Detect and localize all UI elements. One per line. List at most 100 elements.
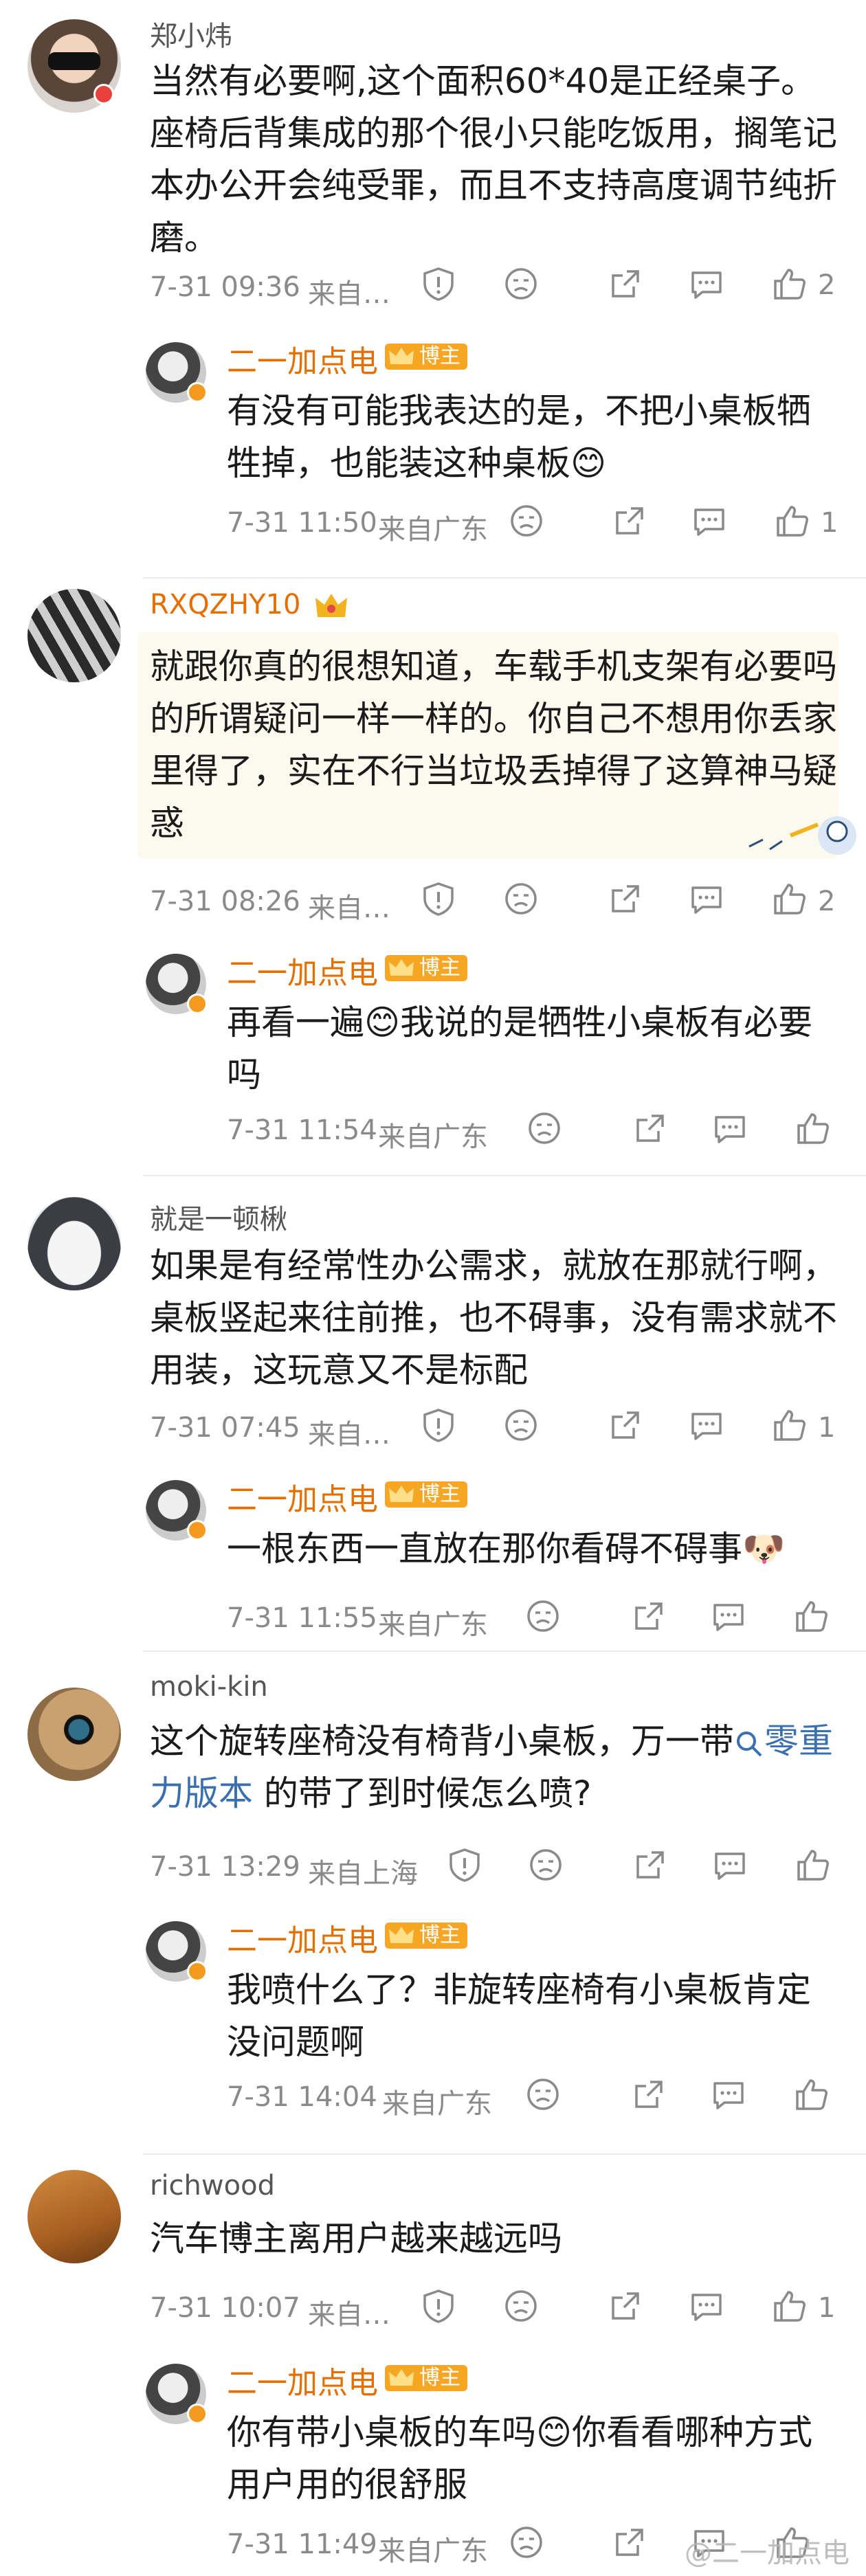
reply-text: 你有带小桌板的车吗😊你看看哪种方式用户用的很舒服: [227, 2412, 813, 2505]
reply-user-name[interactable]: 二一加点电: [227, 1916, 378, 1960]
like-count: 1: [818, 2292, 836, 2324]
comment-text: 当然有必要啊,这个面积60*40是正经桌子。座椅后背集成的那个很小只能吃饭用，搁…: [150, 61, 837, 258]
comment-icon[interactable]: [687, 1406, 726, 1444]
vip-crown-icon: [313, 590, 349, 623]
report-icon[interactable]: [419, 265, 458, 303]
user-name[interactable]: RXQZHY10: [150, 589, 301, 620]
comment-icon[interactable]: [711, 1846, 749, 1884]
report-icon[interactable]: [419, 1406, 458, 1444]
verified-badge-icon: [187, 1520, 208, 1541]
dislike-face-icon[interactable]: [502, 1406, 540, 1444]
share-icon[interactable]: [610, 502, 649, 540]
crown-icon: [389, 959, 414, 976]
comment-location: 来自上海: [308, 1858, 418, 1890]
reply-date: 7-31 11:55: [227, 1602, 377, 1634]
reply-location: 来自广东: [382, 2088, 492, 2120]
comment-date: 7-31 10:07: [150, 2292, 300, 2324]
crown-icon: [389, 1927, 414, 1943]
avatar[interactable]: [27, 2170, 121, 2263]
user-name[interactable]: richwood: [150, 2170, 275, 2202]
verified-badge-icon: [187, 994, 208, 1014]
reply-user-name[interactable]: 二一加点电: [227, 337, 378, 381]
reply-location: 来自广东: [378, 514, 488, 546]
share-icon[interactable]: [630, 1597, 668, 1635]
verified-badge-icon: [187, 382, 208, 403]
comment-icon[interactable]: [690, 502, 729, 540]
comment-icon[interactable]: [687, 2287, 726, 2325]
like-count: 1: [818, 1412, 836, 1444]
user-name[interactable]: moki-kin: [150, 1671, 268, 1703]
verified-badge-icon: [187, 2404, 208, 2424]
reply-user-name[interactable]: 二一加点电: [227, 1475, 378, 1519]
user-name[interactable]: 就是一顿楸: [150, 1197, 287, 1237]
reply-user-name[interactable]: 二一加点电: [227, 948, 378, 992]
dislike-face-icon[interactable]: [507, 502, 546, 540]
like-count: 2: [818, 886, 836, 917]
share-icon[interactable]: [606, 880, 645, 918]
crown-icon: [389, 1486, 414, 1502]
like-icon[interactable]: [792, 2075, 830, 2114]
watermark: @二一加点电: [685, 2538, 850, 2569]
comment-thread: moki-kin 这个旋转座椅没有椅背小桌板，万一带 零重力版本 的带了到时候怎么…: [0, 1652, 866, 2160]
like-icon[interactable]: [792, 1597, 830, 1635]
search-icon: [737, 1731, 762, 1756]
reply-date: 7-31 14:04: [227, 2081, 377, 2113]
dislike-face-icon[interactable]: [525, 1109, 564, 1147]
reply-location: 来自广东: [378, 1609, 488, 1641]
like-icon[interactable]: [773, 502, 811, 540]
dislike-face-icon[interactable]: [502, 265, 540, 303]
dislike-face-icon[interactable]: [507, 2523, 546, 2562]
comment-icon[interactable]: [709, 1597, 748, 1635]
comment-date: 7-31 09:36: [150, 271, 300, 303]
like-icon[interactable]: [770, 265, 808, 303]
blogger-badge: 博主: [385, 344, 467, 370]
like-count: 1: [821, 507, 839, 539]
comment-icon[interactable]: [687, 265, 726, 303]
blogger-badge: 博主: [385, 1481, 467, 1508]
verified-badge-icon: [93, 84, 114, 104]
report-icon[interactable]: [419, 880, 458, 918]
dislike-face-icon[interactable]: [502, 880, 540, 918]
comment-text: 如果是有经常性办公需求，就放在那就行啊，桌板竖起来往前推，也不碍事，没有需求就不…: [150, 1246, 837, 1390]
avatar[interactable]: [27, 1197, 121, 1290]
reply-date: 7-31 11:54: [227, 1115, 377, 1146]
comment-location: 来自…: [308, 2299, 390, 2331]
avatar[interactable]: [27, 1688, 121, 1781]
share-icon[interactable]: [631, 1846, 669, 1884]
user-name[interactable]: 郑小炜: [150, 14, 232, 54]
crown-icon: [389, 2369, 414, 2386]
comment-date: 7-31 07:45: [150, 1412, 300, 1444]
like-count: 2: [818, 269, 836, 301]
share-icon[interactable]: [630, 2075, 668, 2114]
blogger-badge: 博主: [385, 2365, 467, 2391]
like-icon[interactable]: [770, 880, 808, 918]
dislike-face-icon[interactable]: [502, 2287, 540, 2325]
comment-location: 来自…: [308, 1419, 390, 1451]
like-icon[interactable]: [770, 2287, 808, 2325]
like-icon[interactable]: [793, 1846, 832, 1884]
sticker-icon: [722, 798, 859, 860]
share-icon[interactable]: [606, 2287, 645, 2325]
reply-user-name[interactable]: 二一加点电: [227, 2358, 378, 2402]
reply-date: 7-31 11:50: [227, 507, 377, 539]
comment-thread: 就是一顿楸 如果是有经常性办公需求，就放在那就行啊，桌板竖起来往前推，也不碍事，…: [0, 1176, 866, 1652]
blogger-badge: 博主: [385, 1923, 467, 1949]
comment-icon[interactable]: [709, 2075, 748, 2114]
dislike-face-icon[interactable]: [524, 1597, 562, 1635]
like-icon[interactable]: [793, 1109, 832, 1147]
comment-date: 7-31 08:26: [150, 886, 300, 917]
share-icon[interactable]: [606, 1406, 645, 1444]
report-icon[interactable]: [445, 1846, 484, 1884]
share-icon[interactable]: [631, 1109, 669, 1147]
comment-icon[interactable]: [711, 1109, 749, 1147]
share-icon[interactable]: [606, 265, 645, 303]
reply-text: 一根东西一直放在那你看碍不碍事🐶: [227, 1529, 786, 1569]
share-icon[interactable]: [610, 2523, 649, 2562]
report-icon[interactable]: [419, 2287, 458, 2325]
dislike-face-icon[interactable]: [524, 2075, 562, 2114]
dislike-face-icon[interactable]: [526, 1846, 565, 1884]
comment-date: 7-31 13:29: [150, 1851, 300, 1883]
like-icon[interactable]: [770, 1406, 808, 1444]
comment-icon[interactable]: [687, 880, 726, 918]
avatar[interactable]: [27, 589, 121, 682]
